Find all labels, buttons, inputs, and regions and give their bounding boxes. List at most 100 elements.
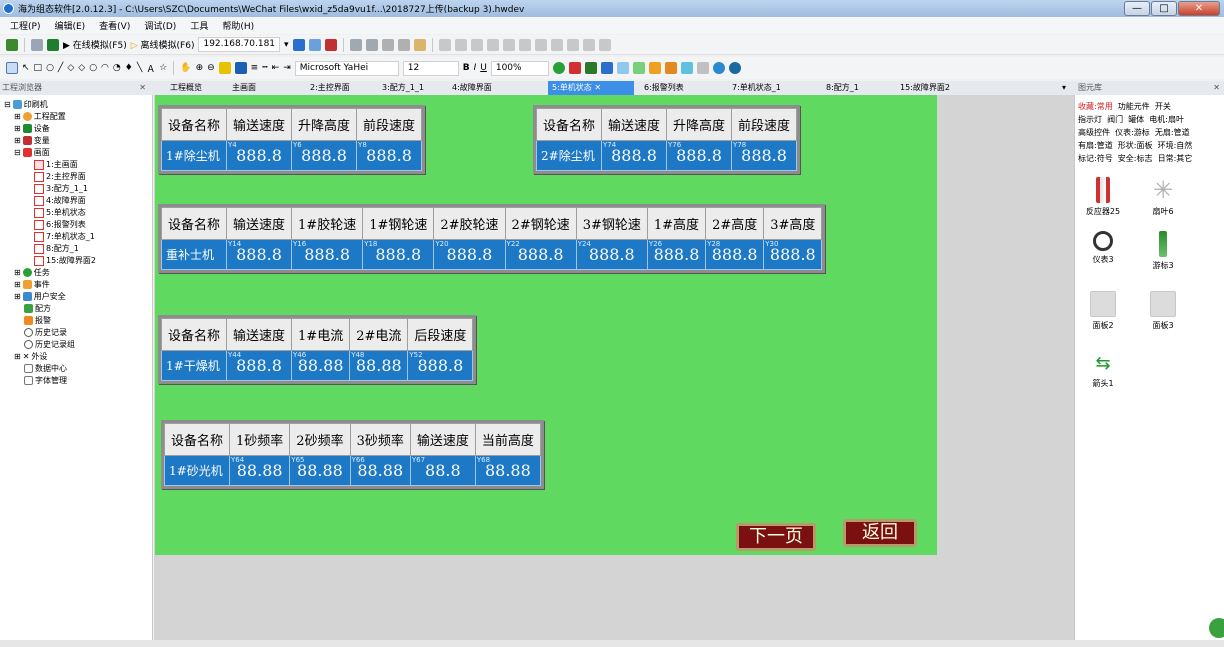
- align-top-icon[interactable]: [518, 38, 531, 51]
- tree-item-event[interactable]: ⊞ 事件: [14, 279, 50, 290]
- tree-screen[interactable]: 15:故障界面2: [34, 255, 96, 266]
- value-cell[interactable]: Y22 888.8: [504, 239, 577, 270]
- tree-screen[interactable]: 8:配方_1: [34, 243, 79, 254]
- category-meter[interactable]: 仪表:游标: [1115, 128, 1150, 137]
- align-center-icon[interactable]: [486, 38, 499, 51]
- light-green-block-icon[interactable]: [632, 62, 645, 74]
- tab-alarm-list[interactable]: 6:报警列表: [640, 81, 688, 95]
- menu-help[interactable]: 帮助(H): [222, 19, 254, 32]
- dropdown-arrow-icon[interactable]: ▾: [284, 40, 289, 50]
- zoom-selector[interactable]: 100%: [490, 60, 549, 76]
- category-tank[interactable]: 罐体: [1128, 115, 1144, 124]
- value-cell[interactable]: Y8 888.8: [356, 140, 423, 171]
- library-item-cursor[interactable]: 游标3: [1143, 231, 1183, 271]
- cyan-block-icon[interactable]: [680, 62, 693, 74]
- line-style-icon[interactable]: ≡: [251, 63, 259, 73]
- value-cell[interactable]: Y64 88.88: [229, 455, 291, 486]
- tab-dropdown-icon[interactable]: ▾: [1058, 81, 1070, 95]
- tree-item-history[interactable]: 历史记录: [24, 327, 67, 338]
- upload-icon[interactable]: [292, 38, 305, 51]
- new-icon[interactable]: [6, 38, 18, 51]
- font-size-selector[interactable]: 12: [402, 60, 459, 76]
- tab-single-status[interactable]: 5:单机状态 ✕: [548, 81, 634, 95]
- group-icon[interactable]: [438, 38, 451, 51]
- value-cell[interactable]: Y68 88.88: [474, 455, 541, 486]
- bold-icon[interactable]: B: [463, 63, 470, 73]
- menu-view[interactable]: 查看(V): [99, 19, 130, 32]
- same-size-icon[interactable]: [566, 38, 579, 51]
- library-item-fan[interactable]: ✳ 扇叶6: [1143, 177, 1183, 217]
- tree-screen[interactable]: 4:故障界面: [34, 195, 86, 206]
- tab-main-control[interactable]: 2:主控界面: [306, 81, 354, 95]
- cut-icon[interactable]: [381, 38, 394, 51]
- maximize-button[interactable]: □: [1151, 1, 1177, 16]
- circle-icon[interactable]: ○: [89, 63, 97, 73]
- category-function[interactable]: 功能元件: [1118, 102, 1150, 111]
- value-cell[interactable]: Y46 88.88: [291, 350, 351, 381]
- library-item-panel2[interactable]: 面板2: [1083, 291, 1123, 331]
- online-sim-button[interactable]: ▶ 在线模拟(F5): [63, 38, 127, 51]
- italic-icon[interactable]: I: [474, 63, 477, 73]
- next-page-button[interactable]: 下一页: [736, 523, 816, 551]
- tab-overview[interactable]: 工程概览: [166, 81, 206, 95]
- value-cell[interactable]: Y18 888.8: [362, 239, 435, 270]
- tree-screen[interactable]: 6:报警列表: [34, 219, 86, 230]
- polygon-icon[interactable]: ◇: [78, 63, 85, 73]
- green-block-icon[interactable]: [584, 62, 597, 74]
- line-color-icon[interactable]: [234, 62, 247, 74]
- panel-close-icon[interactable]: ✕: [1213, 81, 1220, 95]
- category-symbol[interactable]: 标记:符号: [1078, 154, 1113, 163]
- text-icon[interactable]: Ａ: [146, 62, 155, 75]
- dash-style-icon[interactable]: ┅: [262, 63, 267, 73]
- dark-orange-block-icon[interactable]: [664, 62, 677, 74]
- tab-main-screen[interactable]: 主画面: [228, 81, 260, 95]
- value-cell[interactable]: Y74 888.8: [601, 140, 668, 171]
- menu-debug[interactable]: 调试(D): [144, 19, 176, 32]
- value-cell[interactable]: Y28 888.8: [705, 239, 765, 270]
- tree-item-data-center[interactable]: 数据中心: [24, 363, 67, 374]
- select-icon[interactable]: ↖: [22, 63, 30, 73]
- tree-item-fonts[interactable]: 字体管理: [24, 375, 67, 386]
- menu-tools[interactable]: 工具: [190, 19, 208, 32]
- offline-sim-button[interactable]: ▷ 离线模拟(F6): [131, 38, 195, 51]
- value-cell[interactable]: Y48 88.88: [349, 350, 409, 381]
- tree-item-device[interactable]: ⊞ 设备: [14, 123, 50, 134]
- category-favorites[interactable]: 收藏:常用: [1078, 102, 1113, 111]
- align-bottom-icon[interactable]: [534, 38, 547, 51]
- align-left-icon[interactable]: [470, 38, 483, 51]
- pen-icon[interactable]: ╲: [137, 63, 142, 73]
- arrow-end-icon[interactable]: ⇥: [283, 63, 291, 73]
- tree-item-task[interactable]: ⊞ 任务: [14, 267, 50, 278]
- underline-icon[interactable]: U: [480, 63, 487, 73]
- tree-item-screens[interactable]: ⊟ 画面: [14, 147, 50, 158]
- value-cell[interactable]: Y4 888.8: [226, 140, 293, 171]
- tree-item-variable[interactable]: ⊞ 变量: [14, 135, 50, 146]
- fill-color-icon[interactable]: [218, 62, 231, 74]
- tab-recipe-1-1[interactable]: 3:配方_1_1: [378, 81, 428, 95]
- value-cell[interactable]: Y26 888.8: [646, 239, 707, 270]
- undo-icon[interactable]: [349, 38, 362, 51]
- category-shape[interactable]: 形状:面板: [1118, 141, 1153, 150]
- tree-item-recipe[interactable]: 配方: [24, 303, 51, 314]
- tree-item-security[interactable]: ⊞ 用户安全: [14, 291, 66, 302]
- menu-project[interactable]: 工程(P): [10, 19, 40, 32]
- value-cell[interactable]: Y14 888.8: [226, 239, 293, 270]
- pointer-icon[interactable]: [6, 62, 18, 74]
- tree-screen[interactable]: 7:单机状态_1: [34, 231, 95, 242]
- tree-root[interactable]: ⊟ 印刷机: [4, 99, 48, 110]
- category-indicator[interactable]: 指示灯: [1078, 115, 1102, 124]
- value-cell[interactable]: Y30 888.8: [763, 239, 823, 270]
- tab-fault-2[interactable]: 15:故障界面2: [896, 81, 954, 95]
- category-nature[interactable]: 环境:自然: [1158, 141, 1193, 150]
- diamond-icon[interactable]: ◇: [67, 63, 74, 73]
- value-cell[interactable]: Y20 888.8: [433, 239, 506, 270]
- light-blue-block-icon[interactable]: [616, 62, 629, 74]
- tree-screen[interactable]: 2:主控界面: [34, 171, 86, 182]
- value-cell[interactable]: Y6 888.8: [291, 140, 358, 171]
- arc-icon[interactable]: ◠: [101, 63, 109, 73]
- minimize-button[interactable]: —: [1124, 1, 1150, 16]
- back-button[interactable]: 返回: [843, 519, 917, 547]
- zoom-in-icon[interactable]: ⊕: [196, 63, 204, 73]
- category-pipe[interactable]: 无扇:管道: [1155, 128, 1190, 137]
- value-cell[interactable]: Y65 88.88: [289, 455, 351, 486]
